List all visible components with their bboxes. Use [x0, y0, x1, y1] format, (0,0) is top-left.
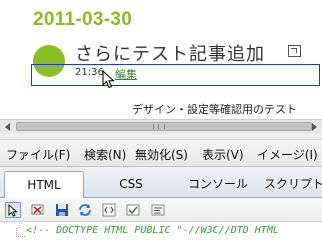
- view-source-icon[interactable]: [101, 202, 117, 218]
- menu-disable[interactable]: 無効化(S): [135, 146, 188, 163]
- clear-icon[interactable]: [30, 202, 46, 218]
- post-edit-link[interactable]: 編集: [115, 66, 137, 82]
- html-source-panel: <!-- DOCTYPE HTML PUBLIC "-//W3C//DTD HT…: [0, 222, 322, 241]
- tab-html[interactable]: HTML: [4, 171, 84, 198]
- post-date: 2011-03-30: [33, 9, 133, 30]
- tab-console[interactable]: コンソール: [178, 171, 258, 198]
- save-icon[interactable]: [54, 202, 70, 218]
- validate-icon[interactable]: [125, 202, 141, 218]
- scrollbar-grip-icon: [153, 124, 165, 129]
- menu-search[interactable]: 検索(N): [84, 146, 126, 163]
- scroll-left-arrow-icon[interactable]: [5, 123, 10, 131]
- web-page-preview: 2011-03-30 さらにテスト記事追加 21:36 編集 デザイン・設定等確…: [0, 0, 322, 120]
- menu-file[interactable]: ファイル(F): [6, 146, 70, 163]
- post-time: 21:36: [75, 67, 104, 78]
- menu-view[interactable]: 表示(V): [202, 146, 244, 163]
- select-element-icon[interactable]: [5, 202, 21, 218]
- scroll-right-arrow-icon[interactable]: [312, 123, 317, 131]
- tab-script[interactable]: スクリプト: [264, 171, 322, 198]
- tab-css[interactable]: CSS: [100, 171, 162, 198]
- devtools-menubar: ファイル(F) 検索(N) 無効化(S) 表示(V) イメージ(I): [0, 140, 322, 167]
- external-link-icon[interactable]: [288, 45, 301, 57]
- tree-connector: [16, 228, 25, 237]
- horizontal-scrollbar[interactable]: [0, 119, 322, 134]
- refresh-icon[interactable]: [77, 202, 93, 218]
- mouse-cursor-icon: [102, 70, 115, 89]
- menu-images[interactable]: イメージ(I): [257, 146, 318, 163]
- post-excerpt: デザイン・設定等確認用のテスト: [132, 103, 297, 116]
- post-title[interactable]: さらにテスト記事追加: [75, 40, 265, 66]
- devtools-tabbar: HTML CSS コンソール スクリプト: [0, 167, 322, 198]
- devtools-toolbar: [0, 198, 322, 222]
- edit-icon[interactable]: [150, 202, 166, 218]
- source-line-doctype[interactable]: <!-- DOCTYPE HTML PUBLIC "-//W3C//DTD HT…: [26, 225, 279, 236]
